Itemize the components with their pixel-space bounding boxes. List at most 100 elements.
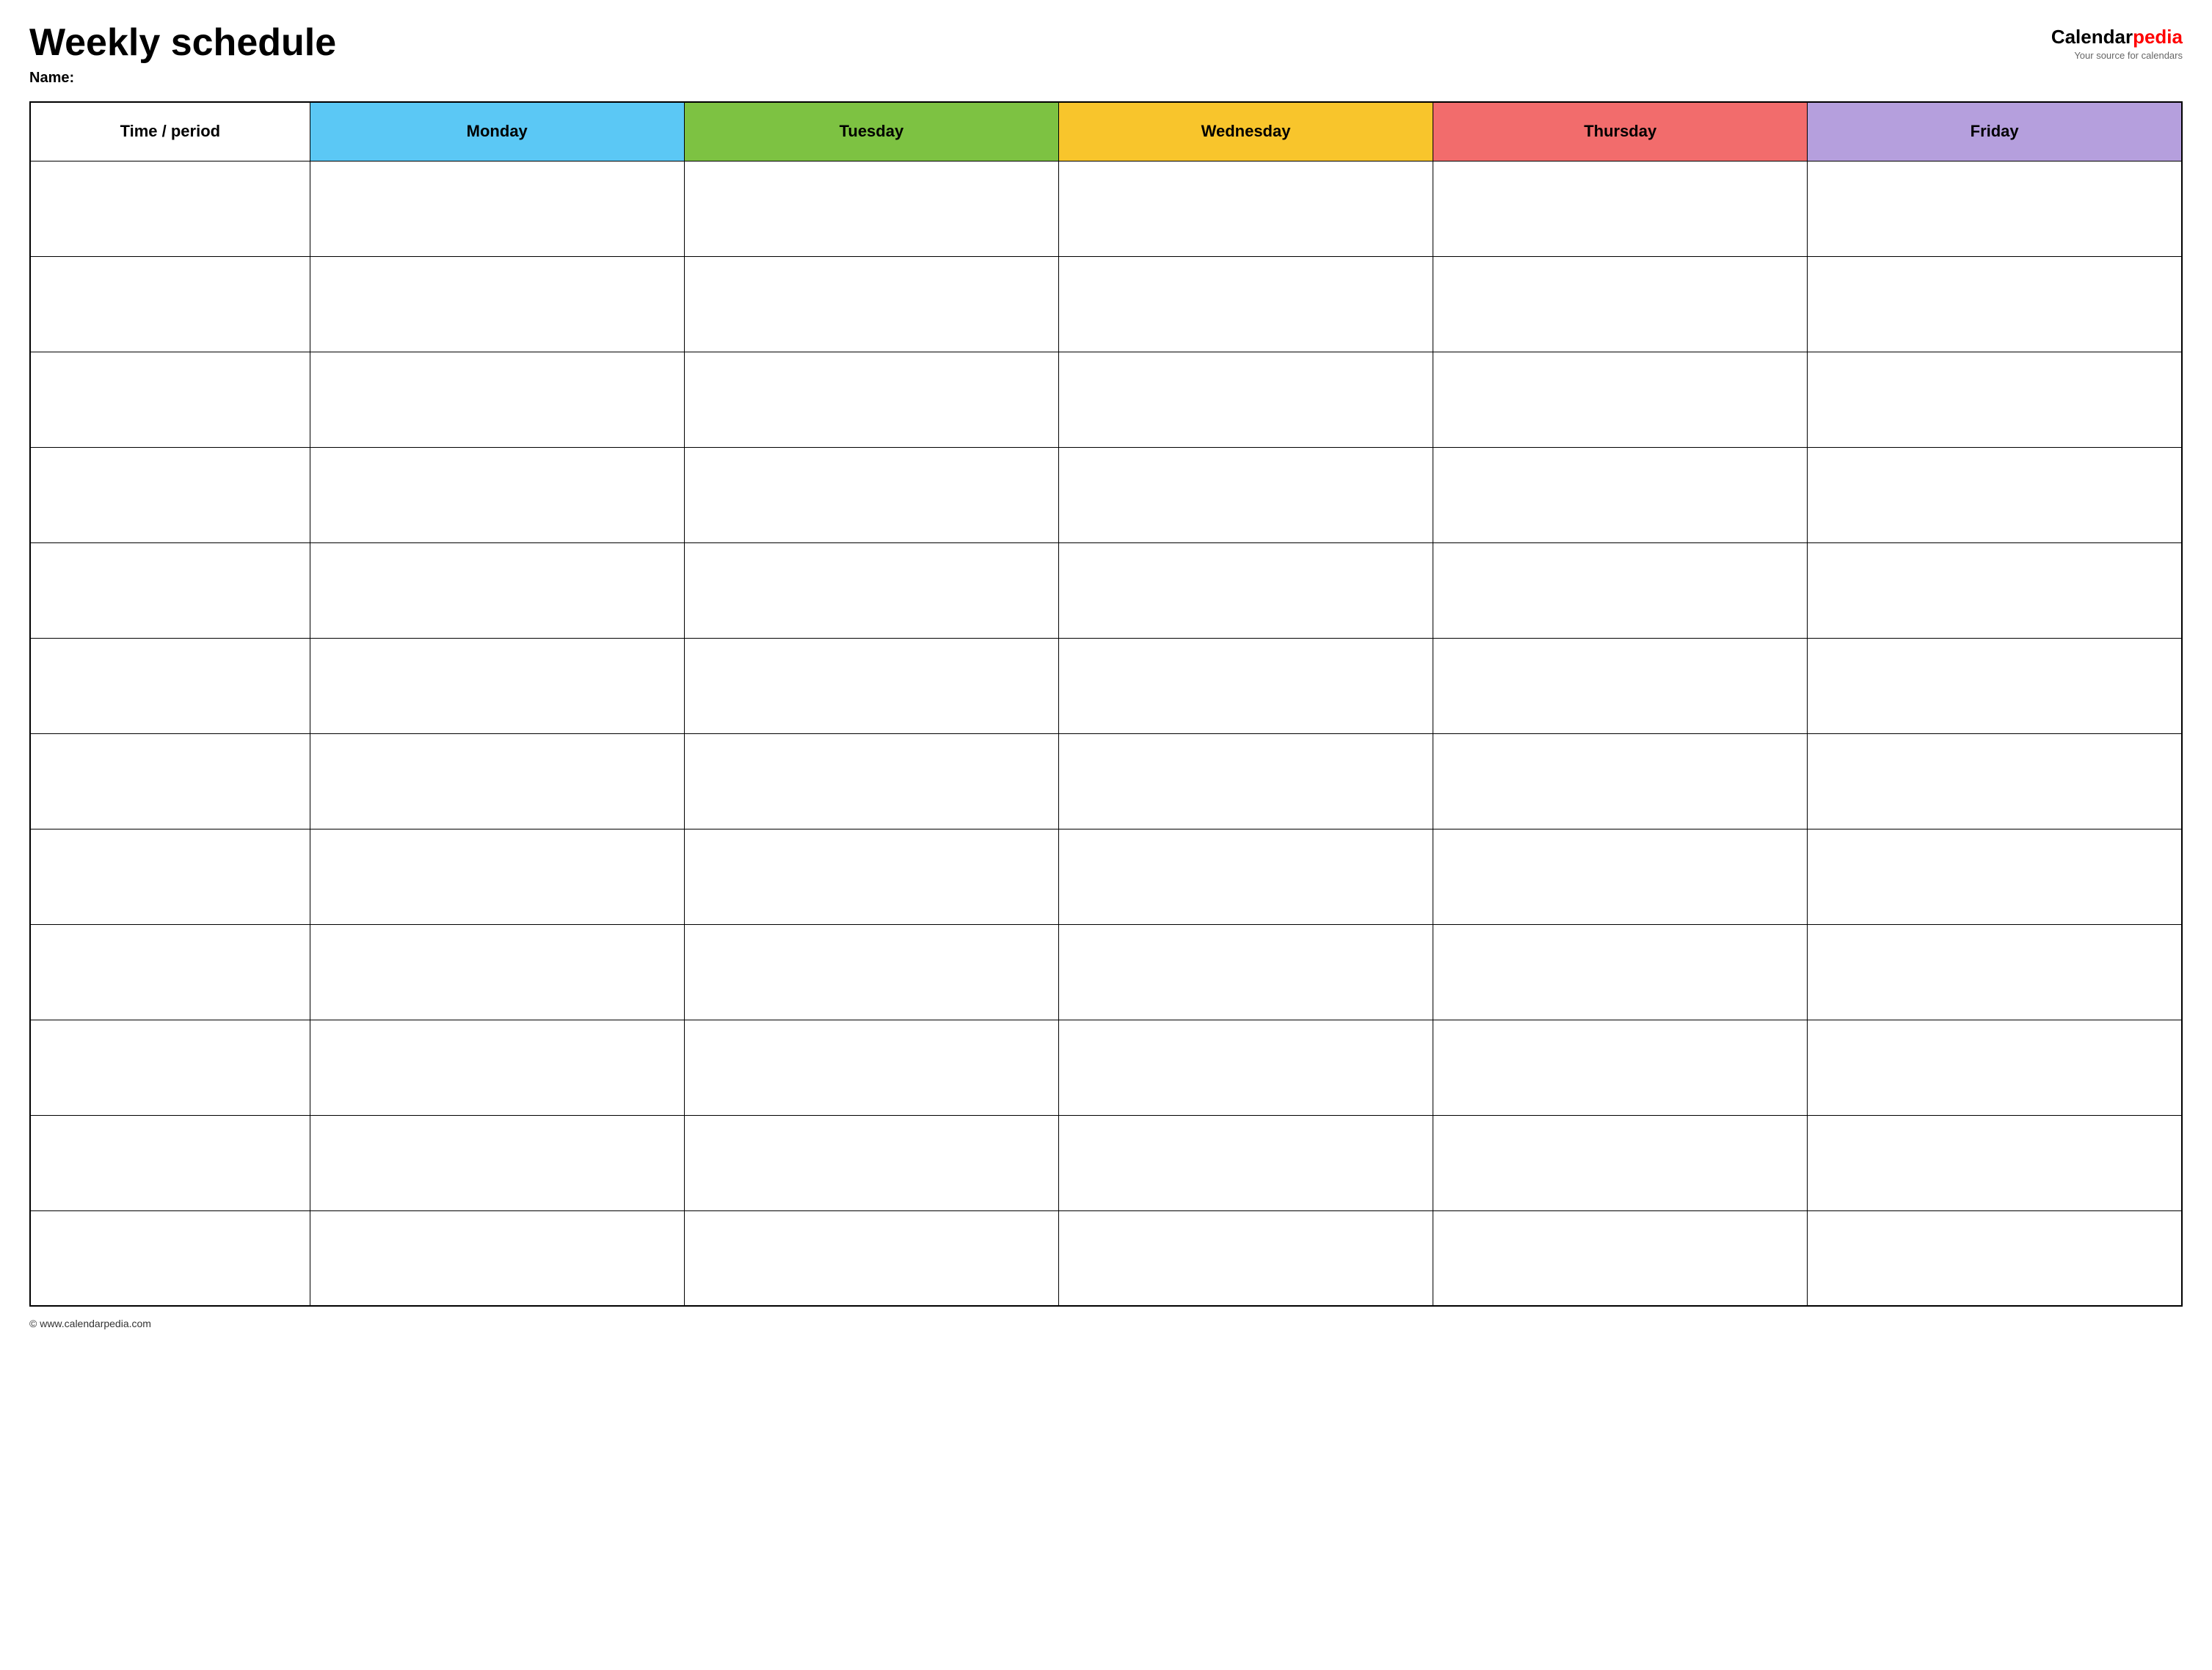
table-cell[interactable] [310,1210,684,1306]
table-cell[interactable] [30,733,310,829]
table-row [30,638,2182,733]
table-cell[interactable] [684,542,1058,638]
col-header-monday: Monday [310,102,684,161]
table-cell[interactable] [1058,1115,1433,1210]
table-cell[interactable] [1808,924,2182,1020]
table-cell[interactable] [1808,256,2182,352]
table-cell[interactable] [1433,638,1808,733]
table-row [30,1210,2182,1306]
table-cell[interactable] [1058,924,1433,1020]
table-row [30,542,2182,638]
table-cell[interactable] [1058,352,1433,447]
logo-pedia: pedia [2133,26,2183,48]
table-cell[interactable] [1808,542,2182,638]
table-cell[interactable] [684,924,1058,1020]
table-cell[interactable] [1808,733,2182,829]
logo-tagline: Your source for calendars [2074,50,2183,61]
table-cell[interactable] [1808,352,2182,447]
table-cell[interactable] [1433,924,1808,1020]
table-cell[interactable] [1808,1020,2182,1115]
table-cell[interactable] [1433,256,1808,352]
table-cell[interactable] [1058,161,1433,256]
table-cell[interactable] [30,1210,310,1306]
col-header-wednesday: Wednesday [1058,102,1433,161]
table-cell[interactable] [1433,829,1808,924]
table-cell[interactable] [30,1020,310,1115]
table-row [30,924,2182,1020]
logo-text: Calendarpedia [2051,26,2183,48]
table-cell[interactable] [1058,733,1433,829]
table-cell[interactable] [684,733,1058,829]
table-cell[interactable] [1433,1020,1808,1115]
logo-calendar: Calendar [2051,26,2133,48]
col-header-thursday: Thursday [1433,102,1808,161]
table-cell[interactable] [30,447,310,542]
table-cell[interactable] [1808,161,2182,256]
table-cell[interactable] [1433,447,1808,542]
table-cell[interactable] [30,829,310,924]
table-cell[interactable] [1433,161,1808,256]
table-cell[interactable] [310,161,684,256]
table-cell[interactable] [1058,256,1433,352]
table-cell[interactable] [1058,1020,1433,1115]
col-header-tuesday: Tuesday [684,102,1058,161]
table-cell[interactable] [684,352,1058,447]
table-row [30,447,2182,542]
table-cell[interactable] [1058,542,1433,638]
table-cell[interactable] [30,161,310,256]
table-row [30,1115,2182,1210]
table-cell[interactable] [684,161,1058,256]
table-cell[interactable] [684,1210,1058,1306]
table-cell[interactable] [310,829,684,924]
copyright-text: © www.calendarpedia.com [29,1318,151,1329]
table-body [30,161,2182,1306]
page-title: Weekly schedule [29,22,336,64]
table-cell[interactable] [1433,733,1808,829]
table-cell[interactable] [310,924,684,1020]
table-cell[interactable] [1433,352,1808,447]
table-cell[interactable] [310,1020,684,1115]
table-cell[interactable] [684,256,1058,352]
table-cell[interactable] [30,352,310,447]
table-cell[interactable] [30,256,310,352]
table-cell[interactable] [1058,1210,1433,1306]
table-header-row: Time / period Monday Tuesday Wednesday T… [30,102,2182,161]
footer: © www.calendarpedia.com [29,1318,2183,1329]
table-cell[interactable] [1808,1210,2182,1306]
table-cell[interactable] [684,638,1058,733]
table-cell[interactable] [30,924,310,1020]
table-cell[interactable] [310,638,684,733]
table-cell[interactable] [310,1115,684,1210]
table-cell[interactable] [684,1115,1058,1210]
table-cell[interactable] [684,1020,1058,1115]
table-cell[interactable] [310,542,684,638]
table-row [30,733,2182,829]
title-section: Weekly schedule Name: [29,22,336,87]
table-cell[interactable] [310,256,684,352]
logo-section: Calendarpedia Your source for calendars [2051,26,2183,61]
page-header: Weekly schedule Name: Calendarpedia Your… [29,22,2183,87]
table-cell[interactable] [1058,638,1433,733]
table-cell[interactable] [684,829,1058,924]
name-label: Name: [29,70,336,87]
col-header-time: Time / period [30,102,310,161]
table-cell[interactable] [684,447,1058,542]
table-cell[interactable] [30,638,310,733]
table-cell[interactable] [1808,829,2182,924]
table-cell[interactable] [1808,447,2182,542]
table-cell[interactable] [1433,1115,1808,1210]
schedule-table: Time / period Monday Tuesday Wednesday T… [29,101,2183,1307]
table-cell[interactable] [1433,1210,1808,1306]
table-cell[interactable] [30,1115,310,1210]
table-cell[interactable] [30,542,310,638]
table-cell[interactable] [310,352,684,447]
table-row [30,352,2182,447]
table-cell[interactable] [1808,638,2182,733]
table-cell[interactable] [1058,447,1433,542]
table-cell[interactable] [1808,1115,2182,1210]
table-cell[interactable] [310,447,684,542]
col-header-friday: Friday [1808,102,2182,161]
table-cell[interactable] [310,733,684,829]
table-cell[interactable] [1433,542,1808,638]
table-cell[interactable] [1058,829,1433,924]
